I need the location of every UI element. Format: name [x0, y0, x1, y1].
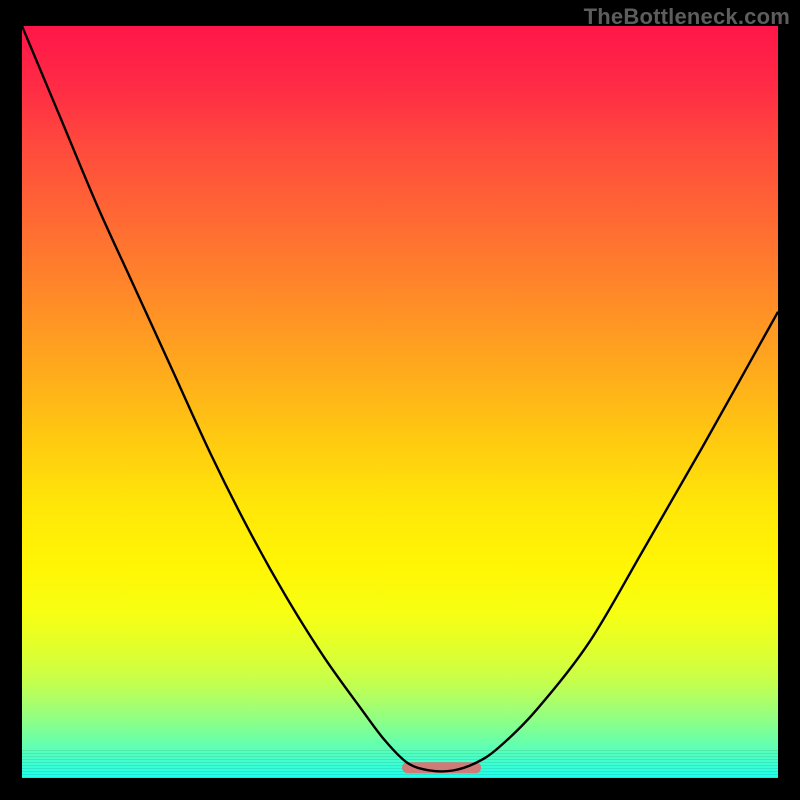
- curve-svg: [22, 26, 778, 778]
- plot-area: [22, 26, 778, 778]
- chart-frame: TheBottleneck.com: [0, 0, 800, 800]
- bottleneck-curve-line: [22, 26, 778, 771]
- watermark-text: TheBottleneck.com: [584, 4, 790, 30]
